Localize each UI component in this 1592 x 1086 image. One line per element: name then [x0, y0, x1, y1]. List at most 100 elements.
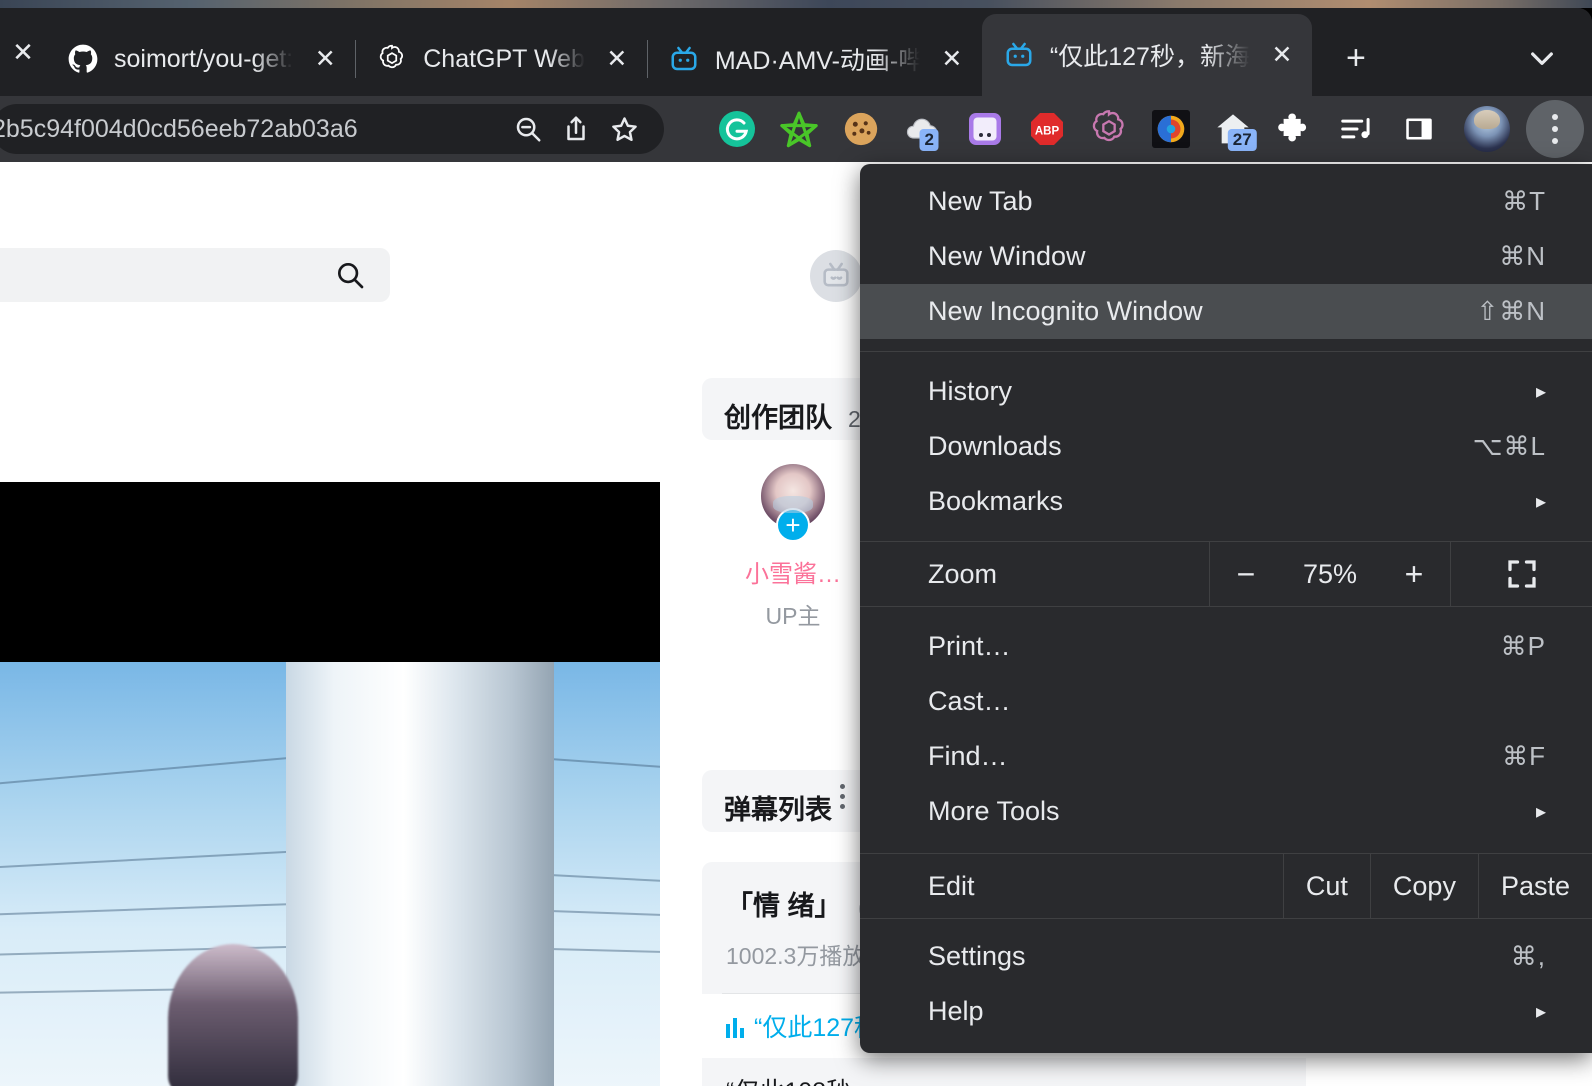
menu-item-label: Downloads: [928, 431, 1062, 461]
address-bar[interactable]: 2b5c94f004d0cd56eeb72ab03a6: [0, 104, 664, 154]
menu-item-new-window[interactable]: New Window ⌘N: [860, 229, 1592, 284]
menu-item-label: New Window: [928, 241, 1086, 271]
share-icon[interactable]: [552, 105, 600, 153]
menu-item-label: More Tools: [928, 796, 1060, 826]
bilibili-mascot-avatar[interactable]: [810, 250, 862, 302]
adblock-plus-extension-icon[interactable]: ABP: [1016, 101, 1078, 157]
menu-item-print[interactable]: Print… ⌘P: [860, 619, 1592, 674]
chevron-right-icon: ▸: [1535, 491, 1546, 513]
edit-label: Edit: [928, 870, 975, 901]
menu-item-bookmarks[interactable]: Bookmarks ▸: [860, 474, 1592, 529]
url-text[interactable]: 2b5c94f004d0cd56eeb72ab03a6: [0, 115, 504, 144]
home-extension-icon[interactable]: 27: [1202, 101, 1264, 157]
bilibili-icon: [1004, 40, 1034, 70]
menu-zoom-row: Zoom − 75% +: [860, 541, 1592, 607]
star-icon[interactable]: [600, 105, 648, 153]
menu-item-help[interactable]: Help ▸: [860, 984, 1592, 1039]
tab-mad-amv[interactable]: MAD·AMV-动画-哔 ✕: [646, 22, 982, 96]
openai-extension-icon[interactable]: [1078, 101, 1140, 157]
menu-item-new-incognito-window[interactable]: New Incognito Window ⇧⌘N: [860, 284, 1592, 339]
purple-square-extension-icon[interactable]: [954, 101, 1016, 157]
avatar[interactable]: +: [759, 462, 827, 542]
tab-chatgpt-web[interactable]: ChatGPT Web ✕: [355, 22, 647, 96]
tab-close-icon[interactable]: ✕: [1266, 39, 1298, 71]
power-line: [549, 948, 660, 954]
menu-item-shortcut: ⌘N: [1499, 241, 1546, 271]
window-close-icon[interactable]: ✕: [0, 8, 46, 96]
tab-title: soimort/you-get:: [114, 44, 294, 73]
power-line: [0, 756, 299, 786]
chevron-right-icon: ▸: [1535, 801, 1546, 823]
profile-avatar[interactable]: [1464, 106, 1510, 152]
divider: [860, 351, 1592, 352]
menu-item-history[interactable]: History ▸: [860, 364, 1592, 419]
creator-role: UP主: [765, 603, 821, 629]
power-line: [549, 910, 660, 917]
page-search-wrapper: [0, 248, 390, 302]
creator-team-title: 创作团队: [724, 403, 832, 433]
menu-item-new-tab[interactable]: New Tab ⌘T: [860, 174, 1592, 229]
danmaku-title: 弹幕列表: [724, 795, 832, 825]
github-icon: [68, 44, 98, 74]
menu-item-shortcut: ⌘T: [1502, 186, 1546, 216]
power-line: [549, 874, 660, 883]
creator-name[interactable]: 小雪酱…: [745, 554, 841, 589]
menu-item-shortcut: ⌘P: [1500, 631, 1546, 661]
power-line: [549, 758, 660, 770]
menu-item-more-tools[interactable]: More Tools ▸: [860, 784, 1592, 839]
menu-item-label: Find…: [928, 741, 1008, 771]
cut-button[interactable]: Cut: [1282, 854, 1370, 918]
tab-strip: ✕ soimort/you-get: ✕ ChatGPT Web ✕ MAD·A…: [0, 8, 1592, 96]
paste-button[interactable]: Paste: [1477, 854, 1592, 918]
utility-pole: [286, 662, 554, 1086]
chevron-right-icon: ▸: [1535, 1001, 1546, 1023]
chevron-down-icon[interactable]: [1514, 30, 1570, 86]
zoom-label: Zoom: [928, 558, 998, 589]
video-player[interactable]: [0, 482, 660, 1086]
tab-close-icon[interactable]: ✕: [601, 43, 633, 75]
new-tab-button[interactable]: +: [1330, 32, 1382, 84]
tab-close-icon[interactable]: ✕: [936, 43, 968, 75]
side-panel-icon[interactable]: [1388, 101, 1450, 157]
list-item[interactable]: “仅此108秒，: [702, 1058, 1306, 1086]
colorful-brain-extension-icon[interactable]: [1140, 101, 1202, 157]
playlist-item-label: “仅此108秒，: [726, 1072, 876, 1086]
three-dots-vertical-icon[interactable]: [840, 784, 845, 809]
browser-toolbar: 2b5c94f004d0cd56eeb72ab03a6 2 ABP 27: [0, 96, 1592, 162]
tab-bilibili-video-active[interactable]: “仅此127秒，新海 ✕: [981, 14, 1312, 96]
search-icon[interactable]: [334, 259, 366, 291]
fullscreen-icon[interactable]: [1450, 542, 1592, 606]
extensions-row: 2 ABP 27: [706, 101, 1450, 157]
follow-button[interactable]: +: [776, 508, 810, 542]
star-extension-icon[interactable]: [768, 101, 830, 157]
puzzle-extensions-icon[interactable]: [1264, 101, 1326, 157]
tab-close-icon[interactable]: ✕: [309, 43, 341, 75]
tab-soimort-you-get[interactable]: soimort/you-get: ✕: [46, 22, 355, 96]
menu-item-cast[interactable]: Cast…: [860, 674, 1592, 729]
power-line: [0, 849, 310, 869]
grammarly-extension-icon[interactable]: [706, 101, 768, 157]
copy-button[interactable]: Copy: [1369, 854, 1478, 918]
search-input[interactable]: [0, 248, 390, 302]
browser-main-menu: New Tab ⌘T New Window ⌘N New Incognito W…: [860, 164, 1592, 1053]
cookie-extension-icon[interactable]: [830, 101, 892, 157]
playlist-item-label: “仅此127秒: [726, 1008, 879, 1044]
character-silhouette: [168, 944, 298, 1086]
menu-item-shortcut: ⌥⌘L: [1472, 431, 1546, 461]
aria-download-extension-icon[interactable]: 2: [892, 101, 954, 157]
menu-item-settings[interactable]: Settings ⌘,: [860, 929, 1592, 984]
music-playlist-icon[interactable]: [1326, 101, 1388, 157]
menu-item-downloads[interactable]: Downloads ⌥⌘L: [860, 419, 1592, 474]
creator-card[interactable]: + 小雪酱… UP主: [738, 462, 848, 631]
menu-item-shortcut: ⌘,: [1510, 941, 1546, 971]
menu-item-find[interactable]: Find… ⌘F: [860, 729, 1592, 784]
menu-edit-row: Edit Cut Copy Paste: [860, 853, 1592, 919]
three-dots-icon[interactable]: [1526, 100, 1584, 158]
zoom-out-button[interactable]: −: [1210, 542, 1282, 606]
menu-item-label: New Tab: [928, 186, 1033, 216]
now-playing-icon: [726, 1018, 744, 1038]
zoom-out-icon[interactable]: [504, 105, 552, 153]
menu-item-label: History: [928, 376, 1013, 406]
zoom-in-button[interactable]: +: [1378, 542, 1450, 606]
